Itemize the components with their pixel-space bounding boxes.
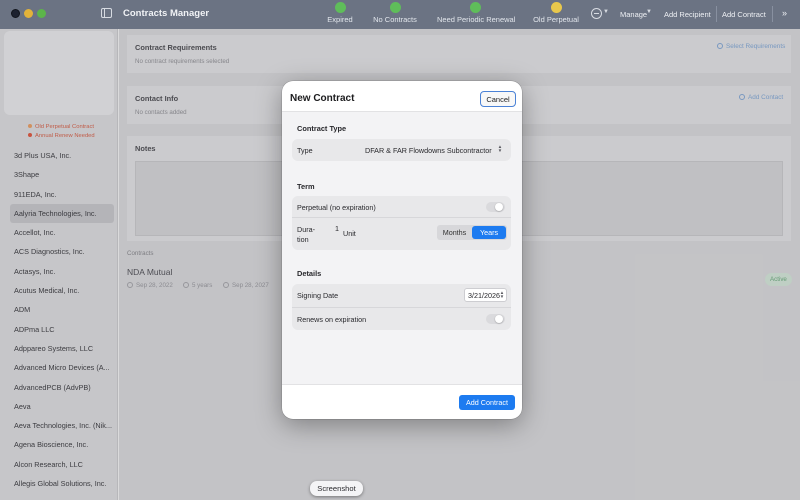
sheet-form: Contract Type Type DFAR & FAR Flowdowns … bbox=[282, 112, 522, 384]
signing-date-label: Signing Date bbox=[297, 291, 339, 300]
toggle-knob bbox=[495, 203, 503, 211]
close-window-button[interactable] bbox=[11, 9, 20, 18]
divider bbox=[282, 384, 522, 385]
minimize-window-button[interactable] bbox=[24, 9, 33, 18]
sheet-title: New Contract bbox=[290, 93, 355, 104]
months-segment[interactable]: Months bbox=[438, 226, 471, 239]
chevron-down-icon: ▼ bbox=[603, 9, 609, 15]
term-card: Perpetual (no expiration) Dura- tion 1 U… bbox=[292, 196, 511, 250]
sidebar-toggle-icon[interactable] bbox=[101, 8, 112, 18]
duration-label: Dura- bbox=[297, 225, 315, 234]
new-contract-sheet: New Contract Cancel Contract Type Type D… bbox=[282, 81, 522, 419]
type-label: Type bbox=[297, 146, 313, 155]
status-filter-no-contracts[interactable]: No Contracts bbox=[372, 2, 418, 28]
add-recipient-button[interactable]: Add Recipient bbox=[664, 10, 711, 19]
status-filter-expired[interactable]: Expired bbox=[326, 2, 354, 28]
screenshot-tooltip: Screenshot bbox=[310, 481, 363, 496]
cancel-button[interactable]: Cancel bbox=[480, 91, 516, 107]
add-contract-toolbar-button[interactable]: Add Contract bbox=[722, 10, 766, 19]
zoom-window-button[interactable] bbox=[37, 9, 46, 18]
app-window: Contracts Manager Expired No Contracts N… bbox=[0, 0, 800, 500]
years-segment[interactable]: Years bbox=[472, 226, 506, 239]
signing-date-value: 3/21/2026 bbox=[468, 291, 500, 300]
details-card: Signing Date 3/21/2026 ▲ ▼ Renews on expi… bbox=[292, 284, 511, 330]
add-contract-button[interactable]: Add Contract bbox=[459, 395, 515, 410]
renews-toggle[interactable] bbox=[486, 314, 505, 324]
divider bbox=[292, 217, 511, 218]
status-dot-icon bbox=[334, 2, 346, 13]
duration-label-cont: tion bbox=[297, 235, 309, 244]
details-section-title: Details bbox=[297, 269, 322, 278]
duration-unit-label: Unit bbox=[343, 229, 356, 238]
divider bbox=[292, 307, 511, 308]
toggle-knob bbox=[495, 315, 503, 323]
unit-segmented-control: Months Years bbox=[437, 225, 507, 240]
status-dot-icon bbox=[550, 2, 562, 13]
term-section-title: Term bbox=[297, 182, 315, 191]
title-bar: Contracts Manager Expired No Contracts N… bbox=[0, 0, 800, 29]
perpetual-toggle[interactable] bbox=[486, 202, 505, 212]
chevron-up-down-icon: ▲ ▼ bbox=[497, 144, 503, 153]
toolbar-divider bbox=[716, 6, 717, 22]
toolbar-divider bbox=[772, 6, 773, 22]
status-dot-icon bbox=[389, 2, 401, 13]
status-filter-need-periodic-renewal[interactable]: Need Periodic Renewal bbox=[437, 2, 515, 28]
renews-label: Renews on expiration bbox=[297, 315, 367, 324]
filter-menu-icon[interactable] bbox=[591, 8, 602, 19]
duration-value-field[interactable]: 1 bbox=[335, 224, 339, 233]
status-dot-icon bbox=[469, 2, 481, 13]
status-filter-old-perpetual[interactable]: Old Perpetual bbox=[532, 2, 580, 28]
chevron-down-icon: ▼ bbox=[646, 9, 652, 15]
app-title: Contracts Manager bbox=[123, 8, 210, 19]
signing-date-picker[interactable]: 3/21/2026 ▲ ▼ bbox=[464, 288, 507, 302]
type-popup-button[interactable]: DFAR & FAR Flowdowns Subcontractor bbox=[365, 146, 492, 155]
manage-menu-button[interactable]: Manage bbox=[620, 10, 647, 19]
contract-type-card: Type DFAR & FAR Flowdowns Subcontractor … bbox=[292, 139, 511, 161]
contract-type-section-title: Contract Type bbox=[297, 124, 347, 133]
stepper-icon[interactable]: ▲ ▼ bbox=[499, 290, 505, 299]
more-toolbar-icon[interactable]: » bbox=[782, 8, 787, 18]
perpetual-label: Perpetual (no expiration) bbox=[297, 203, 376, 212]
